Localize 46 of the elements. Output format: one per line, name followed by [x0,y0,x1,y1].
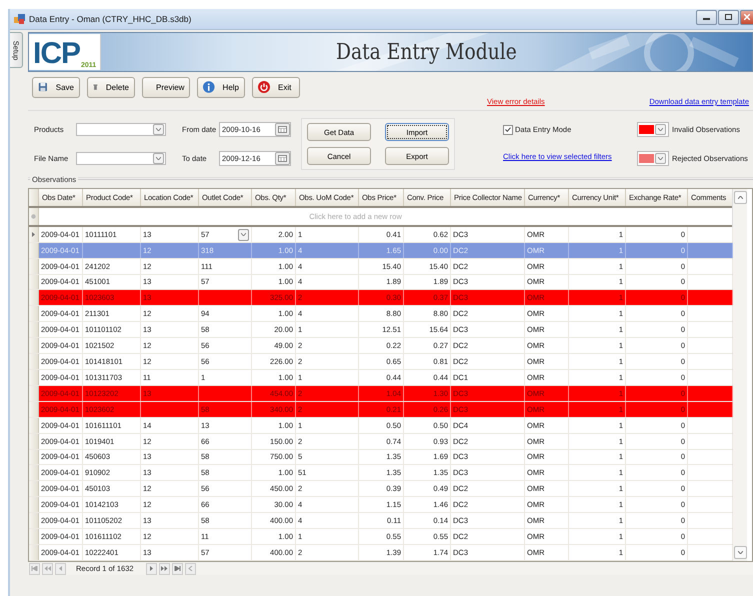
power-icon [258,81,270,93]
first-record-button[interactable] [29,562,40,574]
previous-record-icon [57,566,64,571]
next-page-button[interactable] [158,562,170,574]
scroll-left-button[interactable] [184,562,196,574]
next-page-icon [160,566,168,571]
file-name-dropdown[interactable] [76,152,166,165]
toolbar-button[interactable]: Save [32,76,80,98]
color-picker[interactable] [637,151,669,166]
toolbar-button[interactable]: Help [197,76,245,98]
scroll-down-icon [738,551,742,554]
app-icon [14,14,25,24]
vertical-scrollbar[interactable] [732,189,747,561]
toolbar-button[interactable]: Delete [87,76,135,98]
calendar-icon [278,126,287,133]
checkbox[interactable] [503,124,513,134]
scroll-up-icon [738,196,742,199]
toolbar-button[interactable]: Preview [142,76,190,98]
cell-dropdown[interactable] [238,228,249,241]
window-title: Data Entry - Oman (CTRY_HHC_DB.s3db) [29,14,192,24]
new-row-icon [31,214,36,219]
close-icon [744,14,750,20]
calendar-icon [278,155,287,162]
check-icon [505,127,511,132]
next-record-button[interactable] [146,562,157,574]
maximize-button[interactable] [718,10,739,24]
minimize-button[interactable] [696,10,717,24]
last-record-icon [174,566,181,571]
module-title: Data Entry Module [336,40,518,64]
previous-page-icon [44,566,51,571]
first-record-icon [31,566,38,571]
previous-page-button[interactable] [42,562,53,574]
close-button[interactable] [740,10,753,24]
last-record-button[interactable] [172,562,183,574]
grid-corner[interactable] [29,189,39,206]
scroll-left-icon [186,566,194,571]
next-record-icon [148,566,155,571]
row-header[interactable] [29,208,39,225]
previous-record-button[interactable] [55,562,66,574]
color-picker[interactable] [637,122,669,137]
row-header[interactable] [29,226,39,242]
products-dropdown[interactable] [76,123,166,136]
info-icon [203,81,215,93]
maximize-icon [725,14,732,20]
toolbar-button[interactable]: Exit [252,76,300,98]
save-icon [38,81,48,93]
